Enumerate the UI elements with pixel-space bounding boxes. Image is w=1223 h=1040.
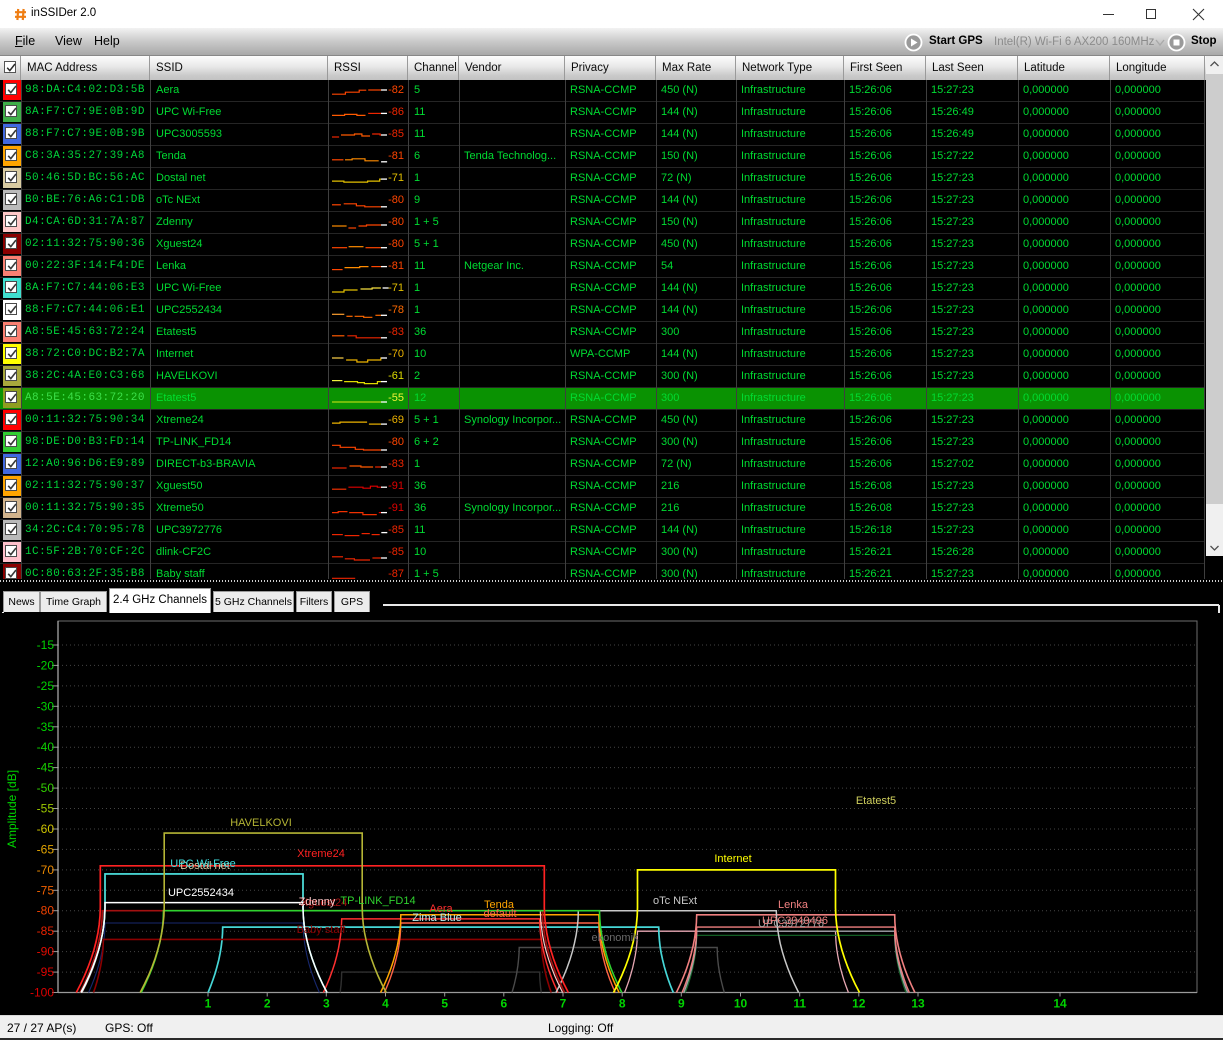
svg-text:-95: -95 bbox=[37, 965, 55, 979]
svg-text:Lenka: Lenka bbox=[778, 899, 809, 911]
svg-text:8: 8 bbox=[619, 997, 626, 1011]
svg-text:HAVELKOVI: HAVELKOVI bbox=[230, 817, 292, 829]
svg-text:3: 3 bbox=[323, 997, 330, 1011]
svg-text:TP-LINK_FD14: TP-LINK_FD14 bbox=[340, 895, 415, 907]
svg-text:-85: -85 bbox=[37, 924, 55, 938]
svg-text:-60: -60 bbox=[37, 822, 55, 836]
svg-text:7: 7 bbox=[560, 997, 567, 1011]
svg-text:-50: -50 bbox=[37, 781, 55, 795]
svg-text:Internet: Internet bbox=[714, 853, 751, 865]
svg-text:ekonomik: ekonomik bbox=[591, 932, 639, 944]
svg-text:5: 5 bbox=[441, 997, 448, 1011]
svg-text:-80: -80 bbox=[37, 904, 55, 918]
svg-text:-75: -75 bbox=[37, 883, 55, 897]
svg-text:14: 14 bbox=[1053, 997, 1067, 1011]
svg-text:default: default bbox=[483, 908, 516, 920]
svg-text:Etatest5: Etatest5 bbox=[856, 795, 896, 807]
svg-text:1: 1 bbox=[205, 997, 212, 1011]
svg-text:6: 6 bbox=[500, 997, 507, 1011]
svg-text:Xtreme24: Xtreme24 bbox=[297, 848, 345, 860]
svg-text:-65: -65 bbox=[37, 842, 55, 856]
svg-text:11: 11 bbox=[793, 997, 806, 1011]
svg-text:9: 9 bbox=[678, 997, 685, 1011]
svg-text:-45: -45 bbox=[37, 761, 55, 775]
svg-text:Amplitude [dB]: Amplitude [dB] bbox=[5, 770, 19, 848]
svg-text:UPC3949496: UPC3949496 bbox=[762, 915, 828, 927]
svg-text:-70: -70 bbox=[37, 863, 55, 877]
svg-text:-15: -15 bbox=[37, 638, 55, 652]
svg-text:UPC2552434: UPC2552434 bbox=[168, 887, 234, 899]
svg-text:Zima Blue: Zima Blue bbox=[412, 912, 462, 924]
svg-text:12: 12 bbox=[852, 997, 866, 1011]
svg-text:-30: -30 bbox=[37, 699, 55, 713]
svg-text:-40: -40 bbox=[37, 740, 55, 754]
svg-text:-55: -55 bbox=[37, 802, 55, 816]
svg-text:2: 2 bbox=[264, 997, 271, 1011]
svg-text:-35: -35 bbox=[37, 720, 55, 734]
svg-text:-25: -25 bbox=[37, 679, 55, 693]
svg-text:-90: -90 bbox=[37, 945, 55, 959]
svg-text:Baby staff: Baby staff bbox=[297, 924, 347, 936]
svg-text:-20: -20 bbox=[37, 658, 55, 672]
svg-text:Zdenny: Zdenny bbox=[299, 896, 336, 908]
svg-text:13: 13 bbox=[911, 997, 925, 1011]
svg-text:4: 4 bbox=[382, 997, 389, 1011]
svg-text:oTc NExt: oTc NExt bbox=[653, 895, 697, 907]
svg-text:UPC Wi-Free: UPC Wi-Free bbox=[170, 858, 235, 870]
svg-text:-100: -100 bbox=[30, 986, 54, 1000]
svg-text:10: 10 bbox=[734, 997, 748, 1011]
